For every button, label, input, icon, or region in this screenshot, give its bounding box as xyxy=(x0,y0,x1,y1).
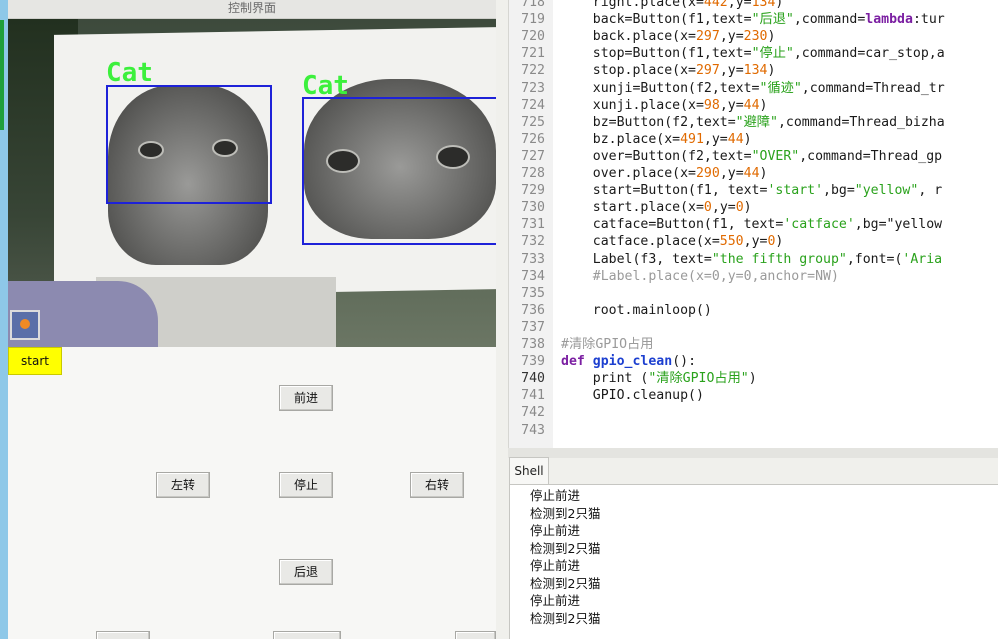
shell-line: 停止前进 xyxy=(530,593,581,608)
detection-label: Cat xyxy=(106,58,153,88)
line-number: 738 xyxy=(521,337,545,352)
line-number: 725 xyxy=(521,114,545,130)
line-number: 729 xyxy=(521,183,545,199)
code-text: bz.place(x=491,y=44) xyxy=(561,131,752,147)
code-text: xunji=Button(f2,text="循迹",command=Thread… xyxy=(561,80,945,96)
shell-line: 检测到2只猫 xyxy=(530,540,601,556)
line-number: 720 xyxy=(521,29,545,45)
turn-right-button[interactable]: 右转 xyxy=(410,472,464,498)
desktop-strip xyxy=(0,0,8,639)
tab-shell[interactable]: Shell xyxy=(509,457,549,484)
start-button[interactable]: start xyxy=(8,347,62,375)
bottom-button[interactable] xyxy=(96,631,150,639)
line-number: 732 xyxy=(521,234,545,250)
code-text: print ("清除GPIO占用") xyxy=(561,371,757,387)
code-text: root.mainloop() xyxy=(561,302,712,318)
code-text: GPIO.cleanup() xyxy=(561,388,704,404)
bottom-button[interactable] xyxy=(273,631,341,639)
line-number: 728 xyxy=(521,166,545,181)
detection-label: Cat xyxy=(302,71,349,101)
line-number: 737 xyxy=(521,319,545,335)
code-text: def gpio_clean(): xyxy=(561,354,697,370)
camera-feed: Cat Cat xyxy=(8,19,496,347)
shell-line: 检测到2只猫 xyxy=(530,575,601,591)
line-number: 733 xyxy=(521,251,545,267)
code-editor[interactable]: 718 right.place(x=442,y=134) 719 back=But… xyxy=(508,0,998,448)
code-text: over=Button(f2,text="OVER",command=Threa… xyxy=(561,148,943,164)
detection-box xyxy=(106,85,272,204)
code-text: bz=Button(f2,text="避障",command=Thread_bi… xyxy=(561,114,945,130)
shell-line: 停止前进 xyxy=(530,488,581,503)
code-text: start=Button(f1, text='start',bg="yellow… xyxy=(561,183,943,199)
shell-line: 检测到2只猫 xyxy=(530,610,601,626)
forward-button[interactable]: 前进 xyxy=(279,385,333,411)
code-text: Label(f3, text="the fifth group",font=('… xyxy=(561,251,943,267)
shell-line: 停止前进 xyxy=(530,523,581,538)
line-number: 741 xyxy=(521,388,545,404)
detection-box xyxy=(302,97,496,245)
line-number: 742 xyxy=(521,405,545,421)
line-number: 736 xyxy=(521,302,545,318)
code-text: #清除GPIO占用 xyxy=(561,337,654,352)
shell-output[interactable]: 停止前进 检测到2只猫 停止前进 检测到2只猫 停止前进 检测到2只猫 停止前进 检测到2只猫 xyxy=(509,484,998,639)
turn-left-button[interactable]: 左转 xyxy=(156,472,210,498)
shell-line: 检测到2只猫 xyxy=(530,505,601,521)
control-window: 控制界面 Cat Cat start 前进 左转 停止 右转 后退 xyxy=(8,0,496,639)
line-number: 718 xyxy=(521,0,545,10)
stop-button[interactable]: 停止 xyxy=(279,472,333,498)
code-text: catface.place(x=550,y=0) xyxy=(561,234,784,250)
line-number: 743 xyxy=(521,422,545,438)
code-text: xunji.place(x=98,y=44) xyxy=(561,97,768,113)
line-number: 735 xyxy=(521,285,545,301)
line-number: 723 xyxy=(521,80,545,96)
line-number: 730 xyxy=(521,200,545,216)
line-number: 727 xyxy=(521,148,545,164)
back-button[interactable]: 后退 xyxy=(279,559,333,585)
line-number: 722 xyxy=(521,63,545,79)
code-text: stop=Button(f1,text="停止",command=car_sto… xyxy=(561,46,945,62)
line-number: 724 xyxy=(521,97,545,113)
shell-line: 停止前进 xyxy=(530,558,581,573)
line-number: 740 xyxy=(521,371,545,387)
line-number: 726 xyxy=(521,131,545,147)
code-text: back.place(x=297,y=230) xyxy=(561,29,776,45)
app-icon xyxy=(10,310,40,340)
line-number: 731 xyxy=(521,217,545,233)
line-number: 719 xyxy=(521,12,545,28)
code-text: start.place(x=0,y=0) xyxy=(561,200,752,216)
code-text: catface=Button(f1, text='catface',bg="ye… xyxy=(561,217,943,233)
code-text: stop.place(x=297,y=134) xyxy=(561,63,776,79)
bottom-button[interactable] xyxy=(455,631,496,639)
line-number: 734 xyxy=(521,268,545,284)
window-title: 控制界面 xyxy=(8,0,496,19)
code-text: #Label.place(x=0,y=0,anchor=NW) xyxy=(561,268,839,284)
code-text: back=Button(f1,text="后退",command=lambda:… xyxy=(561,12,945,28)
line-number: 739 xyxy=(521,354,545,370)
line-number: 721 xyxy=(521,46,545,62)
code-text: over.place(x=290,y=44) xyxy=(561,166,768,181)
pane-divider[interactable] xyxy=(508,448,998,458)
code-text: right.place(x=442,y=134) xyxy=(561,0,784,10)
